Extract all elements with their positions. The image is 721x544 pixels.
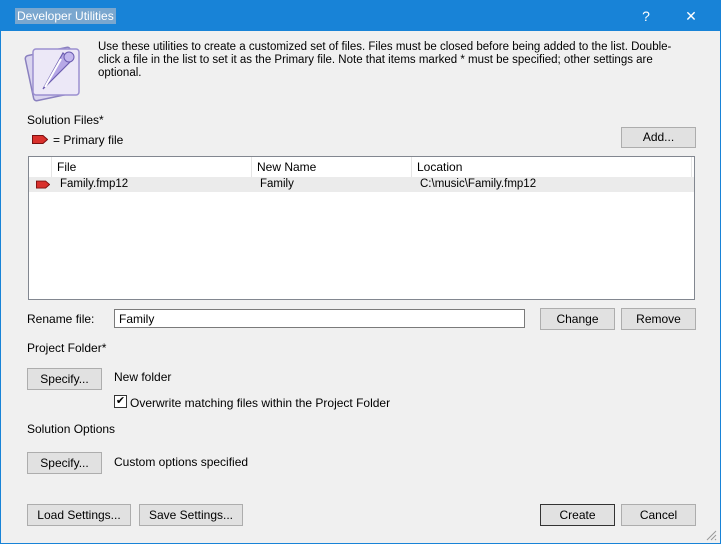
save-settings-button[interactable]: Save Settings... [139,504,243,526]
checkmark-icon: ✔ [115,395,126,407]
list-header: File New Name Location [29,157,694,178]
developer-utilities-dialog: Developer Utilities ? ✕ Use these utilit… [0,0,721,544]
resize-grip-icon[interactable] [705,529,717,541]
project-folder-specify-button[interactable]: Specify... [27,368,102,390]
rename-file-input[interactable] [114,309,525,328]
column-header-new-name[interactable]: New Name [252,157,412,177]
solution-files-list[interactable]: File New Name Location Family.fmp12 Fami… [28,156,695,300]
solution-options-specify-button[interactable]: Specify... [27,452,102,474]
remove-button[interactable]: Remove [621,308,696,330]
overwrite-checkbox[interactable]: ✔ [114,395,127,408]
change-button[interactable]: Change [540,308,615,330]
primary-file-marker-icon [36,180,50,189]
table-row[interactable]: Family.fmp12 Family C:\music\Family.fmp1… [29,177,694,192]
add-button[interactable]: Add... [621,127,696,148]
help-icon[interactable]: ? [631,5,661,27]
row-location: C:\music\Family.fmp12 [420,178,537,190]
marker-column-header[interactable] [29,157,52,177]
primary-file-marker-icon [32,135,48,144]
solution-options-value: Custom options specified [114,455,249,469]
solution-options-heading: Solution Options [27,422,116,436]
column-header-file[interactable]: File [52,157,252,177]
project-folder-value: New folder [114,370,172,384]
intro-text: Use these utilities to create a customiz… [98,41,672,79]
row-file: Family.fmp12 [60,178,129,190]
window-title: Developer Utilities [15,8,116,24]
close-icon[interactable]: ✕ [676,5,706,27]
primary-file-legend: = Primary file [53,133,124,147]
rename-file-label: Rename file: [27,312,95,326]
title-bar[interactable]: Developer Utilities ? ✕ [1,1,720,31]
row-new-name: Family [260,178,294,190]
cancel-button[interactable]: Cancel [621,504,696,526]
overwrite-label[interactable]: Overwrite matching files within the Proj… [130,396,390,410]
load-settings-button[interactable]: Load Settings... [27,504,131,526]
column-header-location[interactable]: Location [412,157,692,177]
create-button[interactable]: Create [540,504,615,526]
solution-files-heading: Solution Files* [27,113,104,127]
project-folder-heading: Project Folder* [27,341,107,355]
filemaker-app-icon [24,46,80,102]
